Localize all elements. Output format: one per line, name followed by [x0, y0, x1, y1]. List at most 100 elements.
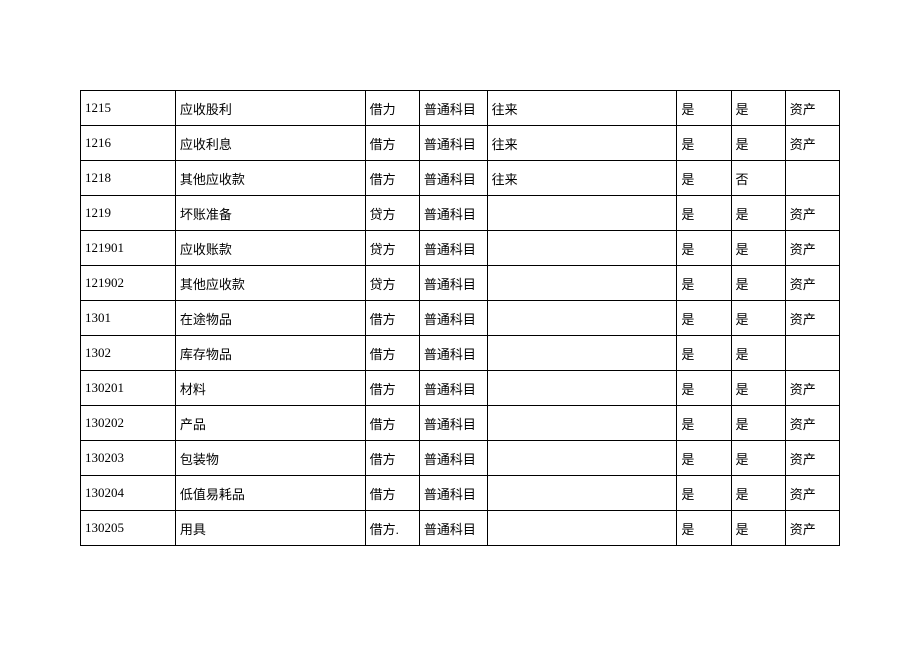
cell-code: 1218	[81, 161, 176, 196]
cell-flag2: 是	[731, 126, 785, 161]
cell-category: 资产	[785, 301, 839, 336]
cell-flag2: 是	[731, 196, 785, 231]
cell-type: 普通科目	[419, 336, 487, 371]
cell-flag1: 是	[677, 161, 731, 196]
table-row: 130204低值易耗品借方普通科目是是资产	[81, 476, 840, 511]
cell-category: 资产	[785, 91, 839, 126]
cell-aux: 往来	[487, 91, 677, 126]
table-row: 130203包装物借方普通科目是是资产	[81, 441, 840, 476]
cell-flag1: 是	[677, 476, 731, 511]
cell-category	[785, 161, 839, 196]
cell-aux	[487, 406, 677, 441]
cell-category: 资产	[785, 196, 839, 231]
cell-name: 在途物品	[175, 301, 365, 336]
table-row: 1215应收股利借力普通科目往来是是资产	[81, 91, 840, 126]
cell-flag2: 是	[731, 301, 785, 336]
cell-flag2: 是	[731, 336, 785, 371]
cell-name: 用具	[175, 511, 365, 546]
cell-flag1: 是	[677, 126, 731, 161]
table-row: 130202产品借方普通科目是是资产	[81, 406, 840, 441]
cell-direction: 借力	[365, 91, 419, 126]
cell-category: 资产	[785, 441, 839, 476]
cell-category: 资产	[785, 371, 839, 406]
cell-category: 资产	[785, 476, 839, 511]
table-row: 130205用具借方.普通科目是是资产	[81, 511, 840, 546]
cell-type: 普通科目	[419, 91, 487, 126]
cell-flag1: 是	[677, 441, 731, 476]
cell-type: 普通科目	[419, 196, 487, 231]
cell-flag2: 是	[731, 441, 785, 476]
cell-aux	[487, 196, 677, 231]
cell-name: 其他应收款	[175, 161, 365, 196]
cell-code: 130205	[81, 511, 176, 546]
cell-code: 130201	[81, 371, 176, 406]
cell-name: 其他应收款	[175, 266, 365, 301]
cell-aux	[487, 476, 677, 511]
cell-name: 应收账款	[175, 231, 365, 266]
table-row: 130201材料借方普通科目是是资产	[81, 371, 840, 406]
cell-direction: 借方	[365, 301, 419, 336]
table-row: 1219坏账准备贷方普通科目是是资产	[81, 196, 840, 231]
cell-flag2: 是	[731, 511, 785, 546]
cell-flag2: 是	[731, 371, 785, 406]
cell-name: 低值易耗品	[175, 476, 365, 511]
cell-code: 130203	[81, 441, 176, 476]
cell-code: 1302	[81, 336, 176, 371]
table-row: 1216应收利息借方普通科目往来是是资产	[81, 126, 840, 161]
cell-flag1: 是	[677, 196, 731, 231]
cell-flag1: 是	[677, 371, 731, 406]
cell-flag1: 是	[677, 406, 731, 441]
cell-aux: 往来	[487, 126, 677, 161]
cell-flag1: 是	[677, 266, 731, 301]
cell-name: 应收利息	[175, 126, 365, 161]
cell-code: 130202	[81, 406, 176, 441]
cell-direction: 借方	[365, 441, 419, 476]
table-row: 1301在途物品借方普通科目是是资产	[81, 301, 840, 336]
cell-aux	[487, 301, 677, 336]
cell-flag2: 是	[731, 91, 785, 126]
cell-code: 1215	[81, 91, 176, 126]
cell-direction: 贷方	[365, 196, 419, 231]
cell-category: 资产	[785, 266, 839, 301]
cell-aux	[487, 371, 677, 406]
cell-flag1: 是	[677, 91, 731, 126]
cell-direction: 贷方	[365, 231, 419, 266]
cell-flag1: 是	[677, 511, 731, 546]
cell-category: 资产	[785, 511, 839, 546]
table-row: 1218其他应收款借方普通科目往来是否	[81, 161, 840, 196]
cell-code: 1216	[81, 126, 176, 161]
cell-direction: 借方	[365, 406, 419, 441]
cell-direction: 借方	[365, 476, 419, 511]
cell-type: 普通科目	[419, 126, 487, 161]
cell-type: 普通科目	[419, 511, 487, 546]
cell-flag2: 是	[731, 266, 785, 301]
cell-name: 材料	[175, 371, 365, 406]
cell-category	[785, 336, 839, 371]
cell-aux	[487, 441, 677, 476]
cell-aux	[487, 231, 677, 266]
cell-category: 资产	[785, 231, 839, 266]
cell-flag2: 是	[731, 406, 785, 441]
cell-name: 应收股利	[175, 91, 365, 126]
cell-type: 普通科目	[419, 266, 487, 301]
cell-flag2: 是	[731, 476, 785, 511]
account-table: 1215应收股利借力普通科目往来是是资产1216应收利息借方普通科目往来是是资产…	[80, 90, 840, 546]
cell-name: 库存物品	[175, 336, 365, 371]
cell-type: 普通科目	[419, 161, 487, 196]
cell-code: 130204	[81, 476, 176, 511]
cell-direction: 借方	[365, 126, 419, 161]
cell-code: 121901	[81, 231, 176, 266]
cell-direction: 借方	[365, 371, 419, 406]
cell-type: 普通科目	[419, 301, 487, 336]
cell-direction: 借方.	[365, 511, 419, 546]
cell-aux	[487, 336, 677, 371]
cell-aux: 往来	[487, 161, 677, 196]
cell-direction: 借方	[365, 336, 419, 371]
cell-aux	[487, 266, 677, 301]
cell-direction: 贷方	[365, 266, 419, 301]
table-row: 121902其他应收款贷方普通科目是是资产	[81, 266, 840, 301]
cell-code: 121902	[81, 266, 176, 301]
cell-category: 资产	[785, 126, 839, 161]
cell-flag2: 是	[731, 231, 785, 266]
cell-code: 1219	[81, 196, 176, 231]
